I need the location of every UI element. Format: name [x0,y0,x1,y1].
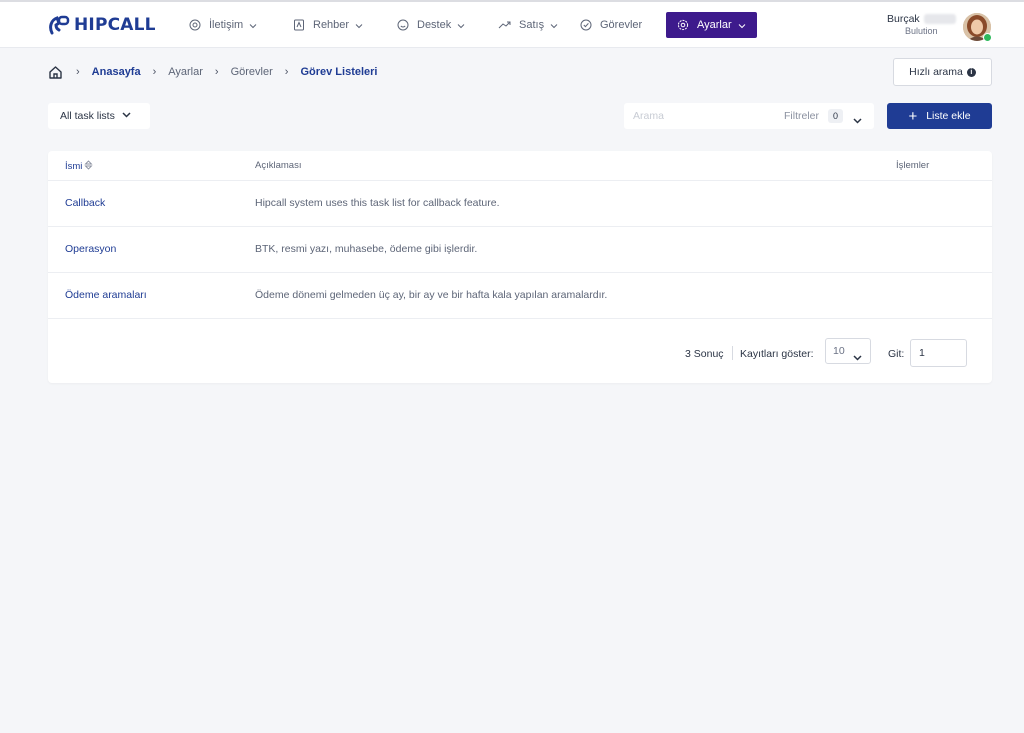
nav-rehber[interactable]: Rehber [292,12,363,38]
check-circle-icon [579,18,593,32]
chevron-down-icon [457,21,465,29]
result-count: 3 Sonuç [685,348,724,360]
breadcrumb: › Anasayfa › Ayarlar › Görevler › Görev … [48,62,378,82]
breadcrumb-anasayfa[interactable]: Anasayfa [92,66,141,78]
breadcrumb-gorevler[interactable]: Görevler [231,66,273,78]
row-name-link[interactable]: Operasyon [65,243,116,255]
plus-icon: + [908,107,918,125]
task-list-filter-label: All task lists [60,110,115,122]
nav-satis[interactable]: Satış [498,12,558,38]
nav-destek[interactable]: Destek [396,12,465,38]
chevron-down-icon[interactable] [853,112,862,130]
page-size-label: Kayıtları göster: [740,348,814,360]
nav-label: İletişim [209,19,244,31]
pagination-divider [732,346,733,360]
quick-search-label: Hızlı arama [909,66,963,78]
chevron-down-icon [249,21,257,29]
table-row[interactable]: Ödeme aramaları Ödeme dönemi gelmeden üç… [48,273,992,319]
nav-label: Görevler [600,19,643,31]
phone-logo-icon [48,15,70,35]
filters-label[interactable]: Filtreler [784,110,819,122]
table-row[interactable]: Operasyon BTK, resmi yazı, muhasebe, öde… [48,227,992,273]
chevron-right-icon: › [284,66,289,78]
at-sign-icon [188,18,202,32]
column-header-description: Açıklaması [255,160,302,171]
row-name-link[interactable]: Callback [65,197,105,209]
task-lists-table: İsmi Açıklaması İşlemler Callback Hipcal… [48,151,992,383]
user-surname-blurred [924,14,956,24]
nav-ayarlar[interactable]: Ayarlar [666,12,757,38]
pagination: 3 Sonuç Kayıtları göster: 10 Git: [48,338,992,367]
task-list-filter-dropdown[interactable]: All task lists [48,103,150,129]
nav-label: Rehber [313,19,350,31]
sort-icon [84,160,94,173]
chevron-down-icon [122,110,131,122]
goto-label: Git: [888,348,905,360]
info-icon: i [966,67,976,77]
chevron-down-icon [738,21,746,29]
page-size-value: 10 [833,345,845,357]
nav-label: Ayarlar [697,19,732,31]
gear-icon [676,18,690,32]
row-description: Ödeme dönemi gelmeden üç ay, bir ay ve b… [255,289,608,301]
chevron-down-icon [355,21,363,29]
chevron-right-icon: › [214,66,219,78]
quick-search-button[interactable]: Hızlı arama i [893,58,992,86]
nav-label: Satış [519,19,545,31]
top-navbar: HIPCALL İletişim Rehber Destek Satış Gör [0,2,1024,48]
row-description: BTK, resmi yazı, muhasebe, ödeme gibi iş… [255,243,478,255]
online-status-dot [983,33,992,42]
add-list-label: Liste ekle [926,110,971,122]
page-size-select[interactable]: 10 [825,338,871,364]
chevron-right-icon: › [76,66,80,78]
search-box: Filtreler 0 [624,103,874,129]
chevron-right-icon: › [152,66,157,78]
chevron-down-icon [853,347,862,371]
table-header: İsmi Açıklaması İşlemler [48,151,992,181]
column-header-actions: İşlemler [896,160,930,171]
user-company: Bulution [905,26,938,36]
breadcrumb-ayarlar[interactable]: Ayarlar [168,66,203,78]
nav-iletisim[interactable]: İletişim [188,12,257,38]
row-description: Hipcall system uses this task list for c… [255,197,500,209]
nav-label: Destek [417,19,452,31]
trend-up-icon [498,18,512,32]
filters-count-badge: 0 [828,109,843,123]
nav-gorevler[interactable]: Görevler [579,12,642,38]
smile-icon [396,18,410,32]
add-list-button[interactable]: + Liste ekle [887,103,992,129]
column-header-name[interactable]: İsmi [65,160,94,173]
user-name[interactable]: Burçak [887,13,920,25]
goto-page-input[interactable] [910,339,967,367]
chevron-down-icon [550,21,558,29]
search-input[interactable] [624,103,774,129]
logo-text: HIPCALL [74,15,156,35]
column-name-label: İsmi [65,161,83,172]
breadcrumb-current: Görev Listeleri [300,66,378,78]
home-icon[interactable] [48,64,64,80]
logo[interactable]: HIPCALL [48,14,156,36]
row-name-link[interactable]: Ödeme aramaları [65,289,147,301]
table-row[interactable]: Callback Hipcall system uses this task l… [48,181,992,227]
contact-book-icon [292,18,306,32]
